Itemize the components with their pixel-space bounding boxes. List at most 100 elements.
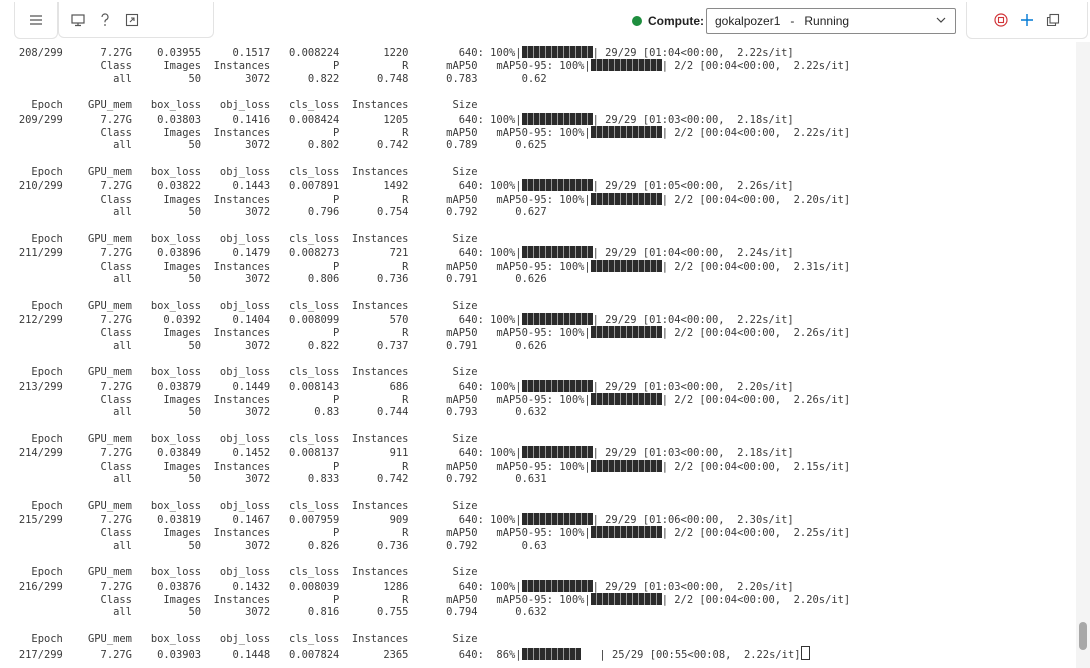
chevron-down-icon — [935, 14, 947, 29]
add-icon[interactable] — [1020, 13, 1034, 27]
vertical-scrollbar[interactable] — [1076, 42, 1090, 668]
progress-stats: | 2/2 [00:04<00:00, 2.22s/it] — [661, 60, 851, 73]
log-line: 212/299 7.27G 0.0392 0.1404 0.008099 570… — [0, 312, 1076, 326]
log-line: all 50 3072 0.83 0.744 0.793 0.632 — [0, 406, 1076, 419]
progress-stats: | 2/2 [00:04<00:00, 2.22s/it] — [661, 127, 851, 140]
log-line-text: 217/299 7.27G 0.03903 0.1448 0.007824 23… — [0, 649, 522, 662]
stop-icon[interactable] — [994, 13, 1008, 27]
log-line: 216/299 7.27G 0.03876 0.1432 0.008039 12… — [0, 579, 1076, 593]
progress-bar — [521, 579, 593, 592]
log-line-text: 214/299 7.27G 0.03849 0.1452 0.008137 91… — [0, 447, 522, 460]
progress-bar — [521, 112, 593, 125]
progress-bar — [590, 392, 662, 405]
compute-indicator: Compute: — [632, 12, 704, 30]
log-line: Class Images Instances P R mAP50 mAP50-9… — [0, 326, 1076, 339]
log-line-text: all 50 3072 0.816 0.755 0.794 0.632 — [0, 606, 547, 619]
log-line-text: Class Images Instances P R mAP50 mAP50-9… — [0, 260, 591, 273]
progress-stats: | 2/2 [00:04<00:00, 2.26s/it] — [661, 327, 851, 340]
log-line-text: all 50 3072 0.822 0.748 0.783 0.62 — [0, 72, 547, 85]
log-line: Class Images Instances P R mAP50 mAP50-9… — [0, 259, 1076, 273]
compute-actions-group — [966, 2, 1088, 39]
cell-output: 208/299 7.27G 0.03955 0.1517 0.008224 12… — [0, 42, 1076, 668]
log-line-text: Class Images Instances P R mAP50 mAP50-9… — [0, 527, 591, 540]
log-line-text: Class Images Instances P R mAP50 mAP50-9… — [0, 60, 591, 73]
progress-stats: | 29/29 [01:03<00:00, 2.18s/it] — [592, 113, 794, 126]
menu-icon[interactable] — [29, 14, 43, 26]
progress-bar — [590, 459, 662, 472]
log-line: Class Images Instances P R mAP50 mAP50-9… — [0, 192, 1076, 206]
log-line: all 50 3072 0.802 0.742 0.789 0.625 — [0, 139, 1076, 152]
log-line: 208/299 7.27G 0.03955 0.1517 0.008224 12… — [0, 46, 1076, 59]
log-line: 217/299 7.27G 0.03903 0.1448 0.007824 23… — [0, 646, 1076, 662]
popout-icon[interactable] — [1046, 13, 1060, 27]
log-line-text: Epoch GPU_mem box_loss obj_loss cls_loss… — [0, 566, 478, 579]
log-line-text: 209/299 7.27G 0.03803 0.1416 0.008424 12… — [0, 113, 522, 126]
log-line: Epoch GPU_mem box_loss obj_loss cls_loss… — [0, 300, 1076, 313]
log-line-text: Epoch GPU_mem box_loss obj_loss cls_loss… — [0, 633, 478, 646]
log-line: Class Images Instances P R mAP50 mAP50-9… — [0, 593, 1076, 606]
log-line: Epoch GPU_mem box_loss obj_loss cls_loss… — [0, 166, 1076, 179]
log-line: all 50 3072 0.833 0.742 0.792 0.631 — [0, 473, 1076, 486]
progress-stats: | 25/29 [00:55<00:08, 2.22s/it] — [580, 649, 801, 662]
notebook-toolbar: Compute: gokalpozer1 - Running — [0, 0, 1090, 42]
log-line-text: all 50 3072 0.806 0.736 0.791 0.626 — [0, 272, 547, 285]
monitor-icon[interactable] — [71, 13, 85, 27]
log-line: 210/299 7.27G 0.03822 0.1443 0.007891 14… — [0, 179, 1076, 192]
log-line-text: all 50 3072 0.822 0.737 0.791 0.626 — [0, 339, 547, 352]
log-line-text: 215/299 7.27G 0.03819 0.1467 0.007959 90… — [0, 514, 522, 527]
log-line: Epoch GPU_mem box_loss obj_loss cls_loss… — [0, 366, 1076, 379]
help-icon[interactable] — [99, 12, 111, 27]
log-line: 215/299 7.27G 0.03819 0.1467 0.007959 90… — [0, 513, 1076, 526]
progress-stats: | 2/2 [00:04<00:00, 2.31s/it] — [661, 260, 851, 273]
progress-bar — [521, 312, 593, 325]
log-line-text: 210/299 7.27G 0.03822 0.1443 0.007891 14… — [0, 180, 522, 193]
log-line-text: Epoch GPU_mem box_loss obj_loss cls_loss… — [0, 499, 478, 512]
log-line-text: Class Images Instances P R mAP50 mAP50-9… — [0, 594, 591, 607]
log-line: Epoch GPU_mem box_loss obj_loss cls_loss… — [0, 233, 1076, 246]
compute-status: Running — [804, 14, 850, 28]
progress-stats: | 29/29 [01:05<00:00, 2.26s/it] — [592, 180, 794, 193]
status-dot-icon — [632, 16, 642, 26]
progress-stats: | 29/29 [01:04<00:00, 2.24s/it] — [592, 247, 794, 260]
progress-bar — [521, 46, 593, 58]
log-line: 211/299 7.27G 0.03896 0.1479 0.008273 72… — [0, 246, 1076, 259]
progress-bar — [590, 192, 662, 205]
log-line: all 50 3072 0.826 0.736 0.792 0.63 — [0, 540, 1076, 553]
cursor-icon — [800, 646, 810, 661]
expand-icon[interactable] — [125, 13, 139, 27]
progress-bar — [521, 513, 593, 526]
log-line-text: 213/299 7.27G 0.03879 0.1449 0.008143 68… — [0, 380, 522, 393]
log-line: 214/299 7.27G 0.03849 0.1452 0.008137 91… — [0, 446, 1076, 459]
log-line-text: 211/299 7.27G 0.03896 0.1479 0.008273 72… — [0, 247, 522, 260]
log-line-text: Epoch GPU_mem box_loss obj_loss cls_loss… — [0, 99, 478, 112]
log-line-text: 212/299 7.27G 0.0392 0.1404 0.008099 570… — [0, 313, 522, 326]
log-line-text: all 50 3072 0.83 0.744 0.793 0.632 — [0, 406, 547, 419]
compute-select[interactable]: gokalpozer1 - Running — [706, 8, 956, 34]
log-line-text: Epoch GPU_mem box_loss obj_loss cls_loss… — [0, 232, 478, 245]
progress-bar — [521, 446, 593, 459]
progress-stats: | 2/2 [00:04<00:00, 2.20s/it] — [661, 193, 851, 206]
progress-stats: | 29/29 [01:06<00:00, 2.30s/it] — [592, 514, 794, 527]
log-line: all 50 3072 0.816 0.755 0.794 0.632 — [0, 606, 1076, 619]
log-line-text: Class Images Instances P R mAP50 mAP50-9… — [0, 327, 591, 340]
progress-bar — [521, 179, 593, 192]
scrollbar-thumb[interactable] — [1079, 622, 1087, 650]
log-line-text: Epoch GPU_mem box_loss obj_loss cls_loss… — [0, 366, 478, 379]
log-line: all 50 3072 0.806 0.736 0.791 0.626 — [0, 273, 1076, 286]
progress-bar — [590, 259, 662, 272]
compute-label: Compute: — [648, 14, 704, 28]
cell-actions-group — [58, 2, 214, 38]
progress-bar — [521, 379, 593, 392]
progress-stats: | 29/29 [01:03<00:00, 2.20s/it] — [592, 580, 794, 593]
log-line-text: all 50 3072 0.833 0.742 0.792 0.631 — [0, 473, 547, 485]
compute-separator: - — [790, 14, 795, 28]
log-line-text: Epoch GPU_mem box_loss obj_loss cls_loss… — [0, 432, 478, 445]
log-line: all 50 3072 0.796 0.754 0.792 0.627 — [0, 206, 1076, 219]
log-line-text: Epoch GPU_mem box_loss obj_loss cls_loss… — [0, 166, 478, 179]
